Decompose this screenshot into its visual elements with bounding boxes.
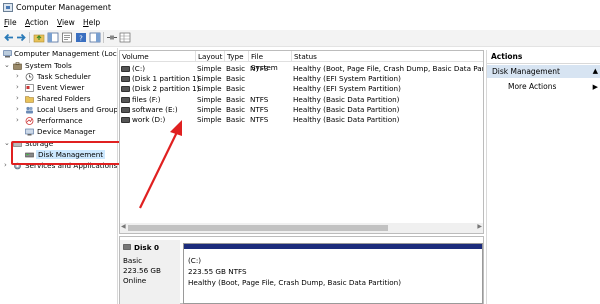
volume-drive-icon	[121, 66, 130, 72]
volume-name-cell[interactable]: software (E:)	[121, 105, 178, 115]
collapsed-chevron-icon[interactable]: ›	[16, 116, 23, 124]
svg-text:?: ?	[79, 35, 83, 43]
menu-view[interactable]: View	[57, 18, 75, 27]
column-header-layout[interactable]: Layout	[196, 51, 225, 62]
submenu-arrow-icon: ▶	[592, 83, 598, 91]
menu-file[interactable]: File	[4, 18, 17, 27]
volume-name-cell[interactable]: (Disk 2 partition 1)	[121, 84, 200, 94]
disk-state: Online	[123, 276, 147, 285]
properties-icon[interactable]	[61, 32, 73, 43]
event-viewer-icon	[25, 84, 34, 92]
layout-cell: Simple	[197, 95, 222, 104]
partition-name: (C:)	[188, 256, 202, 265]
forward-arrow-icon[interactable]	[15, 32, 27, 43]
computer-management-icon	[3, 3, 13, 12]
clock-icon	[25, 73, 34, 81]
type-cell: Basic	[226, 95, 246, 104]
connect-icon[interactable]	[106, 32, 118, 43]
disk-icon	[123, 244, 131, 250]
toolbar-separator	[103, 32, 104, 43]
show-hide-action-pane-icon[interactable]	[89, 32, 101, 43]
column-header-status[interactable]: Status	[292, 51, 483, 62]
scroll-right-arrow-icon[interactable]: ▶	[477, 223, 482, 230]
help-icon[interactable]: ?	[75, 32, 87, 43]
layout-cell: Simple	[197, 105, 222, 114]
status-cell: Healthy (Basic Data Partition)	[293, 105, 400, 114]
type-cell: Basic	[226, 74, 246, 83]
layout-cell: Simple	[197, 115, 222, 124]
up-folder-icon[interactable]	[33, 32, 45, 43]
annotation-arrow	[139, 120, 182, 209]
disk-name: Disk 0	[134, 243, 159, 252]
device-manager-icon	[25, 128, 34, 136]
volume-name-cell[interactable]: files (F:)	[121, 95, 161, 105]
column-header-type[interactable]: Type	[225, 51, 249, 62]
console-tree: Computer Management (Local ⌄ System Tool…	[0, 48, 118, 304]
column-header-file-system[interactable]: File System	[249, 51, 292, 72]
performance-icon	[25, 117, 34, 125]
actions-section-disk-management[interactable]: Disk Management ▲	[487, 65, 600, 78]
partition-status: Healthy (Boot, Page File, Crash Dump, Ba…	[188, 278, 402, 287]
toolbox-icon	[13, 62, 22, 70]
partition-block[interactable]: (C:) 223.55 GB NTFS Healthy (Boot, Page …	[183, 243, 483, 304]
volume-drive-icon	[121, 117, 130, 123]
volume-drive-icon	[121, 97, 130, 103]
collapsed-chevron-icon[interactable]: ›	[16, 83, 23, 91]
status-cell: Healthy (Basic Data Partition)	[293, 115, 400, 124]
column-header-volume[interactable]: Volume	[120, 51, 196, 62]
fs-cell: NTFS	[250, 105, 269, 114]
fs-cell: NTFS	[250, 115, 269, 124]
volume-name-cell[interactable]: (Disk 1 partition 1)	[121, 74, 200, 84]
actions-pane: Actions Disk Management ▲ More Actions ▶	[486, 50, 600, 304]
volume-name-cell[interactable]: (C:)	[121, 64, 145, 74]
show-hide-console-tree-icon[interactable]	[47, 32, 59, 43]
volume-drive-icon	[121, 107, 130, 113]
computer-icon	[3, 50, 12, 58]
collapse-caret-icon[interactable]: ▲	[593, 65, 598, 78]
window-title: Computer Management	[16, 3, 112, 12]
grid-view-icon[interactable]	[119, 32, 131, 43]
partition-size: 223.55 GB NTFS	[188, 267, 247, 276]
collapsed-chevron-icon[interactable]: ›	[16, 72, 23, 80]
menu-action[interactable]: Action	[25, 18, 49, 27]
layout-cell: Simple	[197, 64, 222, 73]
fs-cell: NTFS	[250, 95, 269, 104]
status-cell: Healthy (EFI System Partition)	[293, 74, 401, 83]
annotation-highlight-box	[11, 141, 121, 165]
collapsed-chevron-icon[interactable]: ›	[4, 161, 11, 169]
menu-help[interactable]: Help	[83, 18, 100, 27]
back-arrow-icon[interactable]	[3, 32, 15, 43]
fs-cell: NTFS	[250, 64, 269, 73]
scroll-left-arrow-icon[interactable]: ◀	[121, 223, 126, 230]
toolbar: ?	[0, 30, 600, 47]
menu-bar: File Action View Help	[0, 16, 600, 30]
type-cell: Basic	[226, 64, 246, 73]
scrollbar-thumb[interactable]	[128, 225, 388, 231]
volume-drive-icon	[121, 86, 130, 92]
disk-type: Basic	[123, 256, 143, 265]
type-cell: Basic	[226, 84, 246, 93]
layout-cell: Simple	[197, 84, 222, 93]
status-cell: Healthy (Basic Data Partition)	[293, 95, 400, 104]
type-cell: Basic	[226, 115, 246, 124]
expand-chevron-icon[interactable]: ⌄	[4, 139, 11, 147]
status-cell: Healthy (EFI System Partition)	[293, 84, 401, 93]
title-bar: Computer Management	[0, 0, 600, 16]
horizontal-scrollbar[interactable]: ◀ ▶	[120, 223, 483, 233]
collapsed-chevron-icon[interactable]: ›	[16, 94, 23, 102]
expand-chevron-icon[interactable]: ⌄	[4, 61, 11, 69]
shared-folder-icon	[25, 96, 34, 103]
partition-color-bar	[184, 244, 482, 249]
toolbar-separator	[29, 32, 30, 43]
status-cell: Healthy (Boot, Page File, Crash Dump, Ba…	[293, 64, 483, 73]
layout-cell: Simple	[197, 74, 222, 83]
collapsed-chevron-icon[interactable]: ›	[16, 105, 23, 113]
more-actions-item[interactable]: More Actions ▶	[487, 81, 600, 93]
type-cell: Basic	[226, 105, 246, 114]
disk-info-panel[interactable]: Disk 0 Basic 223.56 GB Online	[120, 240, 180, 304]
volume-drive-icon	[121, 76, 130, 82]
actions-header: Actions	[487, 50, 600, 64]
users-icon	[26, 106, 33, 114]
disk-size: 223.56 GB	[123, 266, 161, 275]
